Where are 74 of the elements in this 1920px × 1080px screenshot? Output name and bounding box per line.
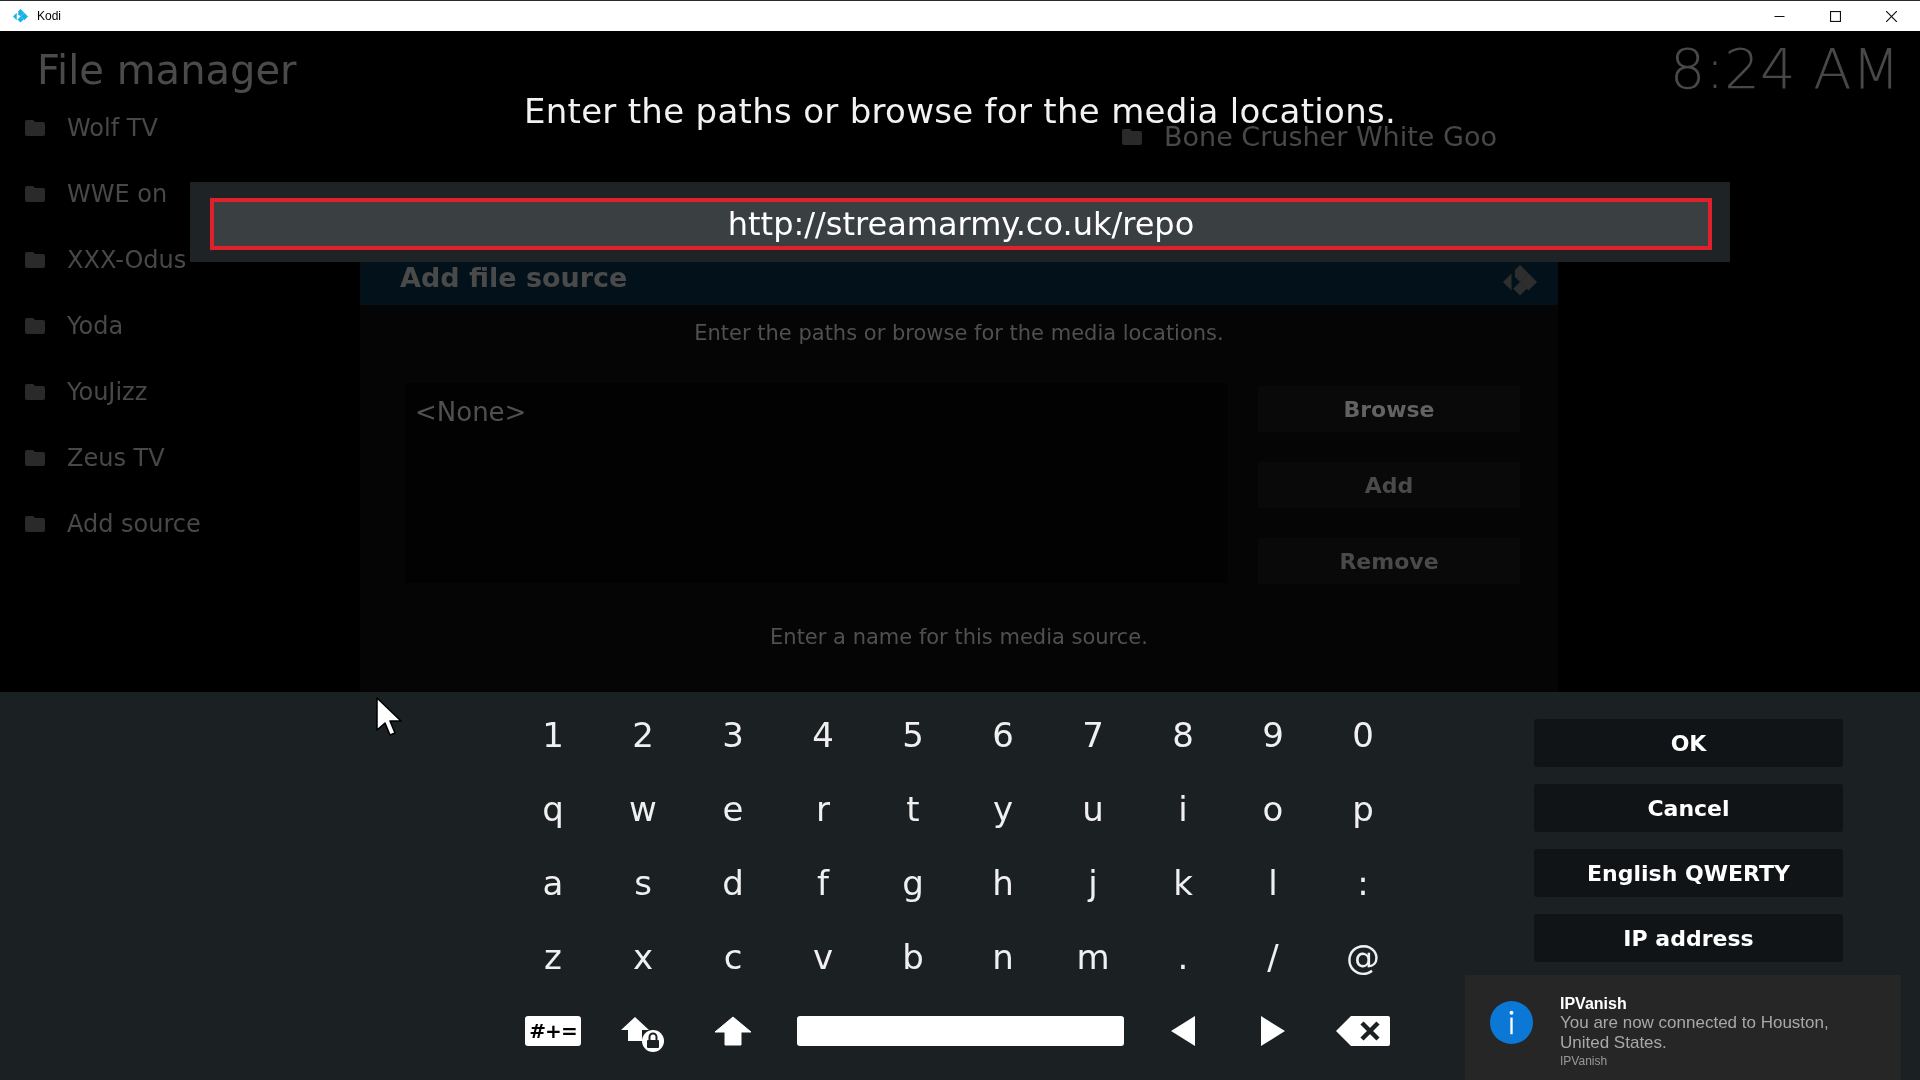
keyboard-key[interactable]: 4	[806, 713, 840, 757]
keyboard-key[interactable]: 3	[716, 713, 750, 757]
keyboard-key[interactable]: w	[623, 787, 663, 831]
keyboard-key[interactable]: m	[1070, 935, 1116, 979]
keyboard-action-button[interactable]: OK	[1534, 719, 1843, 767]
notification-message: You are now connected to Houston, United States.	[1560, 1013, 1830, 1053]
keyboard-key[interactable]: s	[628, 861, 658, 905]
keyboard-key[interactable]: p	[1346, 787, 1380, 831]
folder-icon	[25, 450, 45, 466]
keyboard-key[interactable]: c	[717, 935, 749, 979]
folder-icon	[25, 318, 45, 334]
keyboard-key[interactable]: 1	[536, 713, 570, 757]
keyboard-key[interactable]: :	[1351, 861, 1375, 905]
keyboard-key[interactable]: l	[1262, 861, 1284, 905]
app-logo-icon	[13, 8, 28, 24]
keyboard-key[interactable]: @	[1340, 935, 1386, 979]
keyboard-key[interactable]: u	[1076, 787, 1110, 831]
folder-icon	[1122, 129, 1142, 145]
dialog-prompt: Enter the paths or browse for the media locations.	[694, 320, 1224, 347]
folder-icon	[25, 252, 45, 268]
page-title: File manager	[37, 46, 297, 95]
folder-icon	[25, 384, 45, 400]
keyboard-key[interactable]: .	[1171, 935, 1195, 979]
keyboard-key[interactable]: z	[538, 935, 568, 979]
dialog-title: Add file source	[400, 261, 628, 295]
keyboard-key[interactable]: n	[986, 935, 1020, 979]
folder-icon	[25, 120, 45, 136]
folder-icon	[25, 186, 45, 202]
symbols-key[interactable]: #+=	[525, 1016, 581, 1046]
caps-lock-icon[interactable]	[621, 1016, 665, 1052]
keyboard-key[interactable]: g	[896, 861, 930, 905]
right-arrow-icon[interactable]	[1260, 1015, 1286, 1047]
keyboard-key[interactable]: q	[536, 787, 570, 831]
shift-icon[interactable]	[714, 1016, 752, 1046]
keyboard-key[interactable]: j	[1082, 861, 1104, 905]
keyboard-key[interactable]: d	[716, 861, 750, 905]
keyboard-key[interactable]: o	[1256, 787, 1290, 831]
keyboard-key[interactable]: 5	[896, 713, 930, 757]
info-icon	[1490, 1001, 1533, 1044]
keyboard-key[interactable]: y	[986, 787, 1020, 831]
keyboard-key[interactable]: h	[986, 861, 1020, 905]
keyboard-key[interactable]: x	[626, 935, 660, 979]
keyboard-key[interactable]: f	[811, 861, 835, 905]
backspace-icon[interactable]	[1336, 1016, 1390, 1046]
keyboard-key[interactable]: 0	[1346, 713, 1380, 757]
clock: 8:24 AM	[1669, 40, 1900, 97]
notification-source: IPVanish	[1560, 1053, 1608, 1069]
keyboard-key[interactable]: b	[896, 935, 930, 979]
minimize-icon[interactable]	[1774, 15, 1785, 17]
keyboard-action-button[interactable]: English QWERTY	[1534, 849, 1843, 897]
keyboard-action-button[interactable]: IP address	[1534, 914, 1843, 962]
keyboard-key[interactable]: 9	[1256, 713, 1290, 757]
name-prompt: Enter a name for this media source.	[770, 624, 1148, 651]
keyboard-key[interactable]: a	[536, 861, 570, 905]
keyboard-key[interactable]: v	[806, 935, 840, 979]
keyboard-key[interactable]: 7	[1076, 713, 1110, 757]
keyboard-key[interactable]: k	[1167, 861, 1199, 905]
window-title: Kodi	[37, 9, 62, 23]
keyboard-key[interactable]: /	[1261, 935, 1285, 979]
keyboard-key[interactable]: e	[716, 787, 750, 831]
close-icon[interactable]	[1886, 10, 1897, 22]
keyboard-key[interactable]: 2	[626, 713, 660, 757]
maximize-icon[interactable]	[1830, 10, 1841, 22]
left-arrow-icon[interactable]	[1170, 1015, 1196, 1047]
mouse-pointer-icon	[376, 697, 403, 737]
keyboard-key[interactable]: i	[1172, 787, 1194, 831]
keyboard-key[interactable]: 8	[1166, 713, 1200, 757]
notification-title: IPVanish	[1560, 994, 1627, 1013]
keyboard-action-button[interactable]: Cancel	[1534, 784, 1843, 832]
keyboard-key[interactable]: t	[900, 787, 926, 831]
folder-icon	[25, 516, 45, 532]
url-input-field[interactable]: http://streamarmy.co.uk/repo	[210, 198, 1712, 250]
keyboard-key[interactable]: 6	[986, 713, 1020, 757]
keyboard-key[interactable]: r	[810, 787, 836, 831]
